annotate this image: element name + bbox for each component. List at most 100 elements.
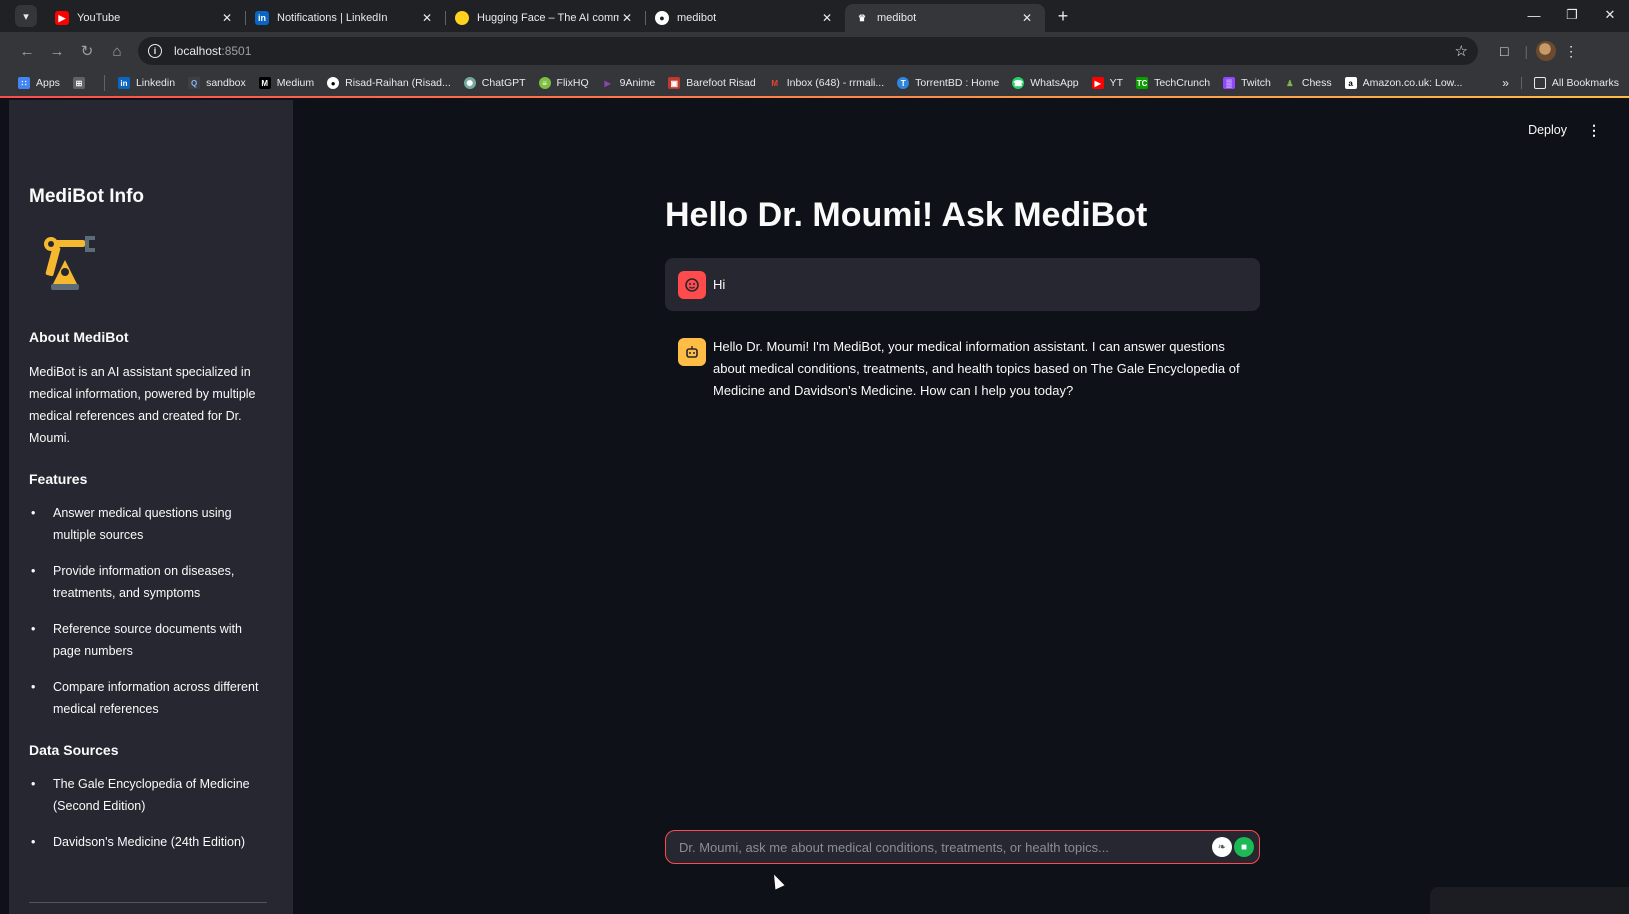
browser-tab[interactable]: Hugging Face – The AI commu ✕ <box>445 4 645 32</box>
leaf-icon[interactable]: ❧ <box>1212 837 1232 857</box>
site-info-icon[interactable]: i <box>148 44 162 58</box>
profile-avatar[interactable] <box>1536 41 1557 61</box>
taskbar-overlay <box>1430 887 1629 914</box>
browser-tab[interactable]: in Notifications | LinkedIn ✕ <box>245 4 445 32</box>
about-heading: About MediBot <box>29 329 129 345</box>
bookmark-item[interactable]: ▣ Barefoot Risad <box>668 77 756 89</box>
list-item: Answer medical questions using multiple … <box>29 503 272 546</box>
bookmark-item[interactable]: ▶ 9Anime <box>602 77 656 89</box>
bookmark-label: Risad-Raihan (Risad... <box>345 77 451 89</box>
sidebar: MediBot Info About MediBot MediBot is an… <box>9 100 293 914</box>
linkedin-icon: in <box>255 11 269 25</box>
window-controls: — ❐ ✕ <box>1515 0 1629 32</box>
tab-search-button[interactable]: ▾ <box>15 5 37 27</box>
bookmark-item[interactable]: ☎ WhatsApp <box>1012 77 1079 89</box>
amazon-icon: a <box>1344 77 1357 89</box>
streamlit-icon: ● <box>655 11 669 25</box>
browser-menu-icon[interactable]: ⋮ <box>1564 43 1578 60</box>
bookmark-item[interactable]: M Inbox (648) - rrmali... <box>769 77 884 89</box>
play-icon: ▶ <box>604 78 611 88</box>
app-root: MediBot Info About MediBot MediBot is an… <box>0 100 1629 914</box>
browser-toolbar: ← → ↻ ⌂ i localhost:8501 ☆ □ | ⋮ <box>0 32 1629 70</box>
tab-title: Hugging Face – The AI commu <box>477 12 619 24</box>
page-title: Hello Dr. Moumi! Ask MediBot <box>665 196 1148 234</box>
chat-input[interactable] <box>679 839 1210 855</box>
bookmark-label: 9Anime <box>619 77 656 89</box>
chess-icon: ♟ <box>1286 78 1294 88</box>
bookmark-label: Medium <box>276 77 315 89</box>
more-bookmarks-icon[interactable]: » <box>1502 76 1509 90</box>
bookmark-item[interactable]: ▒ Twitch <box>1223 77 1271 89</box>
close-icon[interactable]: ✕ <box>819 11 835 25</box>
bookmark-item[interactable]: ✺ ChatGPT <box>463 77 526 89</box>
features-heading: Features <box>29 471 88 487</box>
bookmark-item[interactable]: T TorrentBD : Home <box>897 77 999 89</box>
new-tab-button[interactable]: + <box>1049 2 1077 30</box>
reload-icon[interactable]: ↻ <box>72 36 102 66</box>
list-item: Reference source documents with page num… <box>29 619 272 662</box>
bookmark-item[interactable]: ♟ Chess <box>1284 77 1332 89</box>
browser-tab-active[interactable]: ♛ medibot ✕ <box>845 4 1045 32</box>
input-extension-icons: ❧ ■ <box>1210 837 1254 857</box>
bookmark-item[interactable]: in Linkedin <box>117 77 175 89</box>
chat-message-user: Hi <box>665 258 1260 311</box>
torrentbd-icon: T <box>897 77 910 89</box>
bookmark-label: WhatsApp <box>1030 77 1079 89</box>
close-icon[interactable]: ✕ <box>419 11 435 25</box>
techcrunch-icon: TC <box>1136 77 1149 89</box>
toolbar-divider: | <box>1524 43 1529 59</box>
close-icon[interactable]: ✕ <box>1019 11 1035 25</box>
bookmark-item[interactable]: ▶ YT <box>1091 77 1123 89</box>
bookmark-image-icon: ▣ <box>668 77 681 89</box>
close-icon[interactable]: ✕ <box>619 11 635 25</box>
browser-tab[interactable]: ● medibot ✕ <box>645 4 845 32</box>
close-icon[interactable]: ✕ <box>219 11 235 25</box>
about-text: MediBot is an AI assistant specialized i… <box>29 365 256 445</box>
extensions-icon[interactable]: □ <box>1500 43 1508 59</box>
flixhq-icon: ≡ <box>538 77 551 89</box>
list-item: Davidson's Medicine (24th Edition) <box>29 832 272 854</box>
bookmark-grid[interactable]: ⊞ <box>72 77 91 89</box>
data-sources-heading: Data Sources <box>29 742 119 758</box>
whatsapp-icon: ☎ <box>1012 77 1025 89</box>
minimize-icon[interactable]: — <box>1515 0 1553 30</box>
all-bookmarks-button[interactable]: All Bookmarks <box>1520 77 1619 89</box>
tab-title: medibot <box>677 12 717 24</box>
bookmark-item[interactable]: M Medium <box>258 77 315 89</box>
bookmark-label: Chess <box>1301 77 1332 89</box>
deploy-button[interactable]: Deploy <box>1528 123 1567 137</box>
grammar-extension-icon[interactable]: ■ <box>1234 837 1254 857</box>
apps-icon: ∷ <box>18 77 30 89</box>
streamlit-icon: ♛ <box>857 12 867 23</box>
bookmark-label: Inbox (648) - rrmali... <box>786 77 885 89</box>
list-item: Provide information on diseases, treatme… <box>29 561 272 604</box>
bookmark-item[interactable]: TC TechCrunch <box>1136 77 1210 89</box>
back-icon[interactable]: ← <box>12 36 42 66</box>
mouse-cursor <box>769 872 785 890</box>
bot-avatar-icon <box>678 338 706 366</box>
tab-title: medibot <box>877 12 917 24</box>
url-host: localhost <box>174 44 222 58</box>
home-icon[interactable]: ⌂ <box>102 36 132 66</box>
sidebar-divider <box>29 902 267 903</box>
bookmark-item[interactable]: a Amazon.co.uk: Low... <box>1344 77 1463 89</box>
chat-input-container: ❧ ■ <box>665 830 1260 864</box>
forward-icon[interactable]: → <box>42 36 72 66</box>
bookmark-star-icon[interactable]: ☆ <box>1455 42 1468 60</box>
bookmark-item[interactable]: ● Risad-Raihan (Risad... <box>327 77 451 89</box>
bookmark-label: Amazon.co.uk: Low... <box>1362 77 1463 89</box>
bookmark-separator <box>103 75 105 91</box>
close-window-icon[interactable]: ✕ <box>1591 0 1629 30</box>
address-bar[interactable]: i localhost:8501 ☆ <box>138 37 1478 65</box>
github-icon: ● <box>327 77 340 89</box>
list-item: The Gale Encyclopedia of Medicine (Secon… <box>29 774 272 817</box>
folder-icon <box>1533 77 1546 89</box>
bookmark-item[interactable]: ≡ FlixHQ <box>538 77 589 89</box>
bookmark-apps[interactable]: ∷ Apps <box>18 77 60 89</box>
browser-tab[interactable]: ▶ YouTube ✕ <box>45 4 245 32</box>
chat-message-text: Hi <box>713 276 726 292</box>
restore-icon[interactable]: ❐ <box>1553 0 1591 30</box>
bookmark-item[interactable]: Qsandbox <box>188 77 246 89</box>
medium-icon: M <box>258 77 271 89</box>
main-menu-icon[interactable]: ⋮ <box>1587 122 1601 139</box>
